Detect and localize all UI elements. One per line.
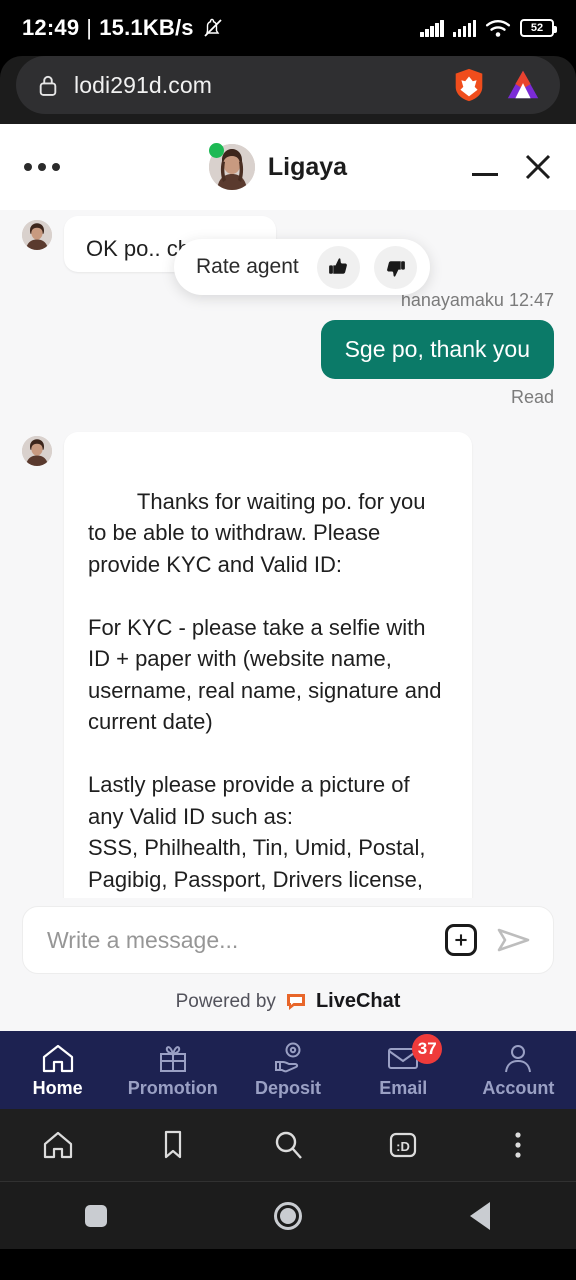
bell-muted-icon (204, 18, 222, 37)
home-icon (43, 1131, 72, 1159)
svg-text::D: :D (396, 1139, 410, 1154)
message-row-agent: Thanks for waiting po. for you to be abl… (22, 432, 554, 898)
agent-avatar-small (22, 220, 52, 250)
brave-lion-icon[interactable] (450, 66, 488, 104)
livechat-bubble-icon (286, 993, 305, 1010)
browser-url-bar-container: lodi291d.com (0, 56, 576, 124)
android-system-nav (0, 1181, 576, 1249)
minimize-button[interactable] (472, 172, 498, 176)
status-bar-right: 52 (420, 18, 557, 38)
message-input-placeholder[interactable]: Write a message... (47, 927, 427, 954)
android-status-bar: 12:49 | 15.1KB/s 52 (0, 0, 576, 56)
bat-triangle-icon[interactable] (504, 66, 542, 104)
browser-tabs-button[interactable]: :D (346, 1127, 461, 1163)
nav-deposit[interactable]: Deposit (230, 1042, 345, 1099)
square-icon (85, 1204, 107, 1227)
rate-agent-label: Rate agent (196, 255, 299, 278)
message-row-visitor: Sge po, thank you (22, 320, 554, 379)
browser-toolbar: :D (0, 1109, 576, 1181)
network-speed: 15.1KB/s (99, 15, 194, 40)
nav-label: Account (482, 1077, 555, 1098)
url-text[interactable]: lodi291d.com (74, 72, 434, 99)
back-button[interactable] (384, 1201, 576, 1230)
message-text: Thanks for waiting po. for you to be abl… (88, 488, 442, 892)
nav-label: Deposit (255, 1077, 322, 1098)
status-separator: | (86, 15, 93, 40)
agent-avatar (208, 143, 255, 190)
gift-icon (156, 1042, 190, 1074)
nav-label: Home (32, 1077, 83, 1098)
recents-button[interactable] (0, 1204, 192, 1227)
hand-coin-icon (271, 1042, 305, 1074)
ellipsis-icon[interactable] (24, 163, 94, 171)
message-bubble-visitor: Sge po, thank you (320, 320, 554, 379)
site-bottom-nav: Home Promotion Deposit 37 Email Account (0, 1031, 576, 1109)
email-unread-badge: 37 (412, 1033, 443, 1064)
wifi-icon (485, 19, 511, 37)
browser-more-button[interactable] (461, 1127, 576, 1163)
message-bubble-agent: Thanks for waiting po. for you to be abl… (64, 432, 472, 898)
thumbs-up-icon[interactable] (316, 245, 360, 289)
online-status-dot (208, 143, 224, 158)
circle-icon (274, 1201, 302, 1230)
signal-bars-icon (420, 19, 444, 37)
house-icon (41, 1042, 75, 1074)
message-input-box[interactable]: Write a message... (22, 906, 554, 974)
agent-name: Ligaya (267, 152, 348, 181)
close-icon[interactable] (524, 153, 552, 181)
person-icon (501, 1042, 535, 1074)
livechat-brand: LiveChat (315, 990, 401, 1012)
agent-avatar-small (22, 436, 52, 466)
plus-icon[interactable] (445, 924, 477, 956)
message-text: Sge po, thank you (344, 336, 530, 362)
triangle-left-icon (470, 1201, 490, 1230)
send-icon[interactable] (495, 922, 531, 958)
search-icon (275, 1131, 302, 1159)
more-vertical-icon (515, 1132, 522, 1158)
signal-bars-icon (452, 19, 476, 37)
clock: 12:49 (22, 15, 80, 40)
bookmark-icon (164, 1130, 181, 1159)
chat-title: Ligaya (94, 143, 462, 190)
battery-indicator: 52 (520, 19, 557, 37)
rate-agent-tooltip: Rate agent (174, 239, 430, 295)
phone-screen: 12:49 | 15.1KB/s 52 lodi291d.com Ligaya … (0, 0, 576, 1280)
nav-label: Email (379, 1077, 428, 1098)
avatar-image (22, 220, 52, 250)
envelope-icon: 37 (386, 1033, 443, 1074)
chat-window-controls (462, 153, 552, 181)
nav-account[interactable]: Account (461, 1042, 576, 1099)
browser-home-button[interactable] (0, 1127, 115, 1163)
livechat-footer: Powered by LiveChat (0, 974, 576, 1031)
browser-search-button[interactable] (230, 1127, 345, 1163)
chat-composer: Write a message... (0, 898, 576, 974)
nav-label: Promotion (127, 1077, 218, 1098)
tabs-icon: :D (390, 1132, 417, 1158)
nav-email[interactable]: 37 Email (346, 1033, 461, 1099)
status-bar-left: 12:49 | 15.1KB/s (22, 15, 225, 41)
chat-widget-header: Ligaya (0, 124, 576, 210)
avatar-image (22, 436, 52, 466)
chat-message-list[interactable]: OK po.. checking Rate agent hanayamaku 1… (0, 210, 576, 898)
url-bar[interactable]: lodi291d.com (16, 56, 560, 114)
nav-promotion[interactable]: Promotion (115, 1042, 230, 1099)
nav-home[interactable]: Home (0, 1042, 115, 1099)
lock-icon (39, 75, 57, 96)
home-button[interactable] (192, 1201, 384, 1230)
browser-bookmarks-button[interactable] (115, 1127, 230, 1163)
thumbs-down-icon[interactable] (373, 245, 417, 289)
powered-by-label: Powered by (175, 990, 276, 1012)
battery-level: 52 (530, 22, 544, 34)
read-receipt: Read (510, 387, 554, 407)
